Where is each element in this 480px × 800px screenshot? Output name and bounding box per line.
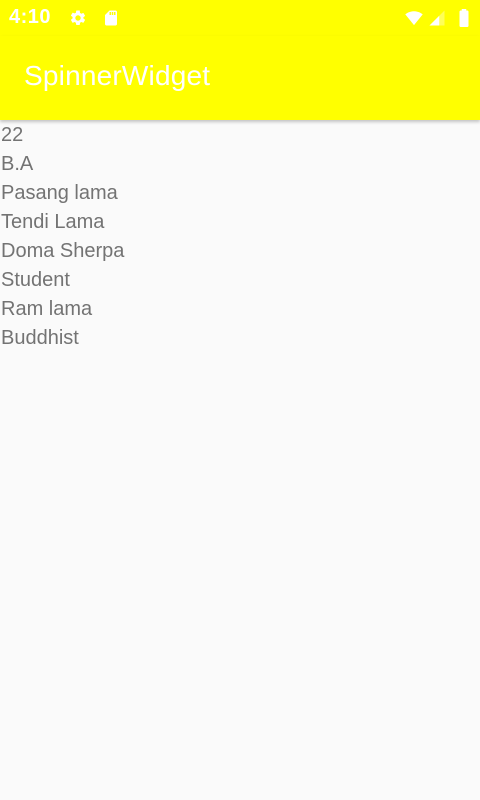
- cell-signal-icon: [429, 10, 445, 26]
- status-time: 4:10: [9, 6, 52, 28]
- app-bar: SpinnerWidget: [0, 36, 480, 120]
- list-item: Doma Sherpa: [1, 240, 125, 262]
- sd-card-icon: [105, 10, 117, 26]
- list-item: Ram lama: [1, 298, 93, 320]
- gear-icon: [70, 10, 86, 25]
- wifi-icon: [405, 11, 423, 26]
- status-bar: 4:10: [0, 0, 480, 36]
- list-item: Tendi Lama: [1, 211, 105, 233]
- content-list: 22 B.A Pasang lama Tendi Lama Doma Sherp…: [0, 120, 480, 800]
- app-title: SpinnerWidget: [24, 60, 211, 91]
- list-item: Student: [1, 269, 70, 291]
- battery-icon: [459, 9, 469, 27]
- list-item: Pasang lama: [1, 182, 118, 204]
- list-item: B.A: [1, 153, 34, 175]
- list-item: Buddhist: [1, 327, 79, 349]
- list-item: 22: [1, 124, 24, 146]
